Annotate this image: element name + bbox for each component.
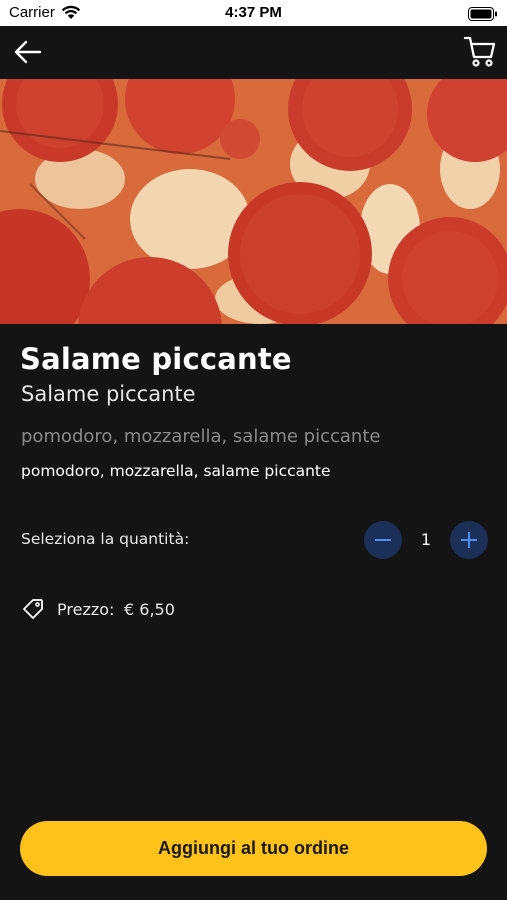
price-label: Prezzo: bbox=[57, 600, 115, 619]
product-title: Salame piccante bbox=[20, 342, 292, 376]
product-ingredients-muted: pomodoro, mozzarella, salame piccante bbox=[21, 426, 381, 447]
minus-icon bbox=[375, 539, 391, 541]
decrease-quantity-button[interactable] bbox=[364, 521, 402, 559]
add-to-order-label: Aggiungi al tuo ordine bbox=[158, 838, 349, 858]
quantity-value: 1 bbox=[420, 530, 432, 549]
price-value: € 6,50 bbox=[124, 600, 175, 619]
add-to-order-button[interactable]: Aggiungi al tuo ordine bbox=[20, 821, 487, 876]
shopping-cart-icon bbox=[463, 36, 496, 67]
status-bar: Carrier 4:37 PM bbox=[0, 0, 507, 26]
navigation-bar bbox=[0, 26, 507, 79]
back-button[interactable] bbox=[12, 37, 44, 67]
battery-icon bbox=[468, 6, 498, 25]
clock: 4:37 PM bbox=[225, 4, 282, 21]
arrow-left-icon bbox=[14, 40, 42, 64]
product-ingredients: pomodoro, mozzarella, salame piccante bbox=[21, 462, 331, 480]
increase-quantity-button[interactable] bbox=[450, 521, 488, 559]
cart-button[interactable] bbox=[463, 34, 497, 68]
pizza-illustration bbox=[0, 79, 507, 324]
product-image[interactable] bbox=[0, 79, 507, 324]
quantity-label: Seleziona la quantità: bbox=[21, 530, 190, 548]
product-subtitle: Salame piccante bbox=[21, 382, 196, 406]
price-tag-icon bbox=[21, 597, 45, 625]
